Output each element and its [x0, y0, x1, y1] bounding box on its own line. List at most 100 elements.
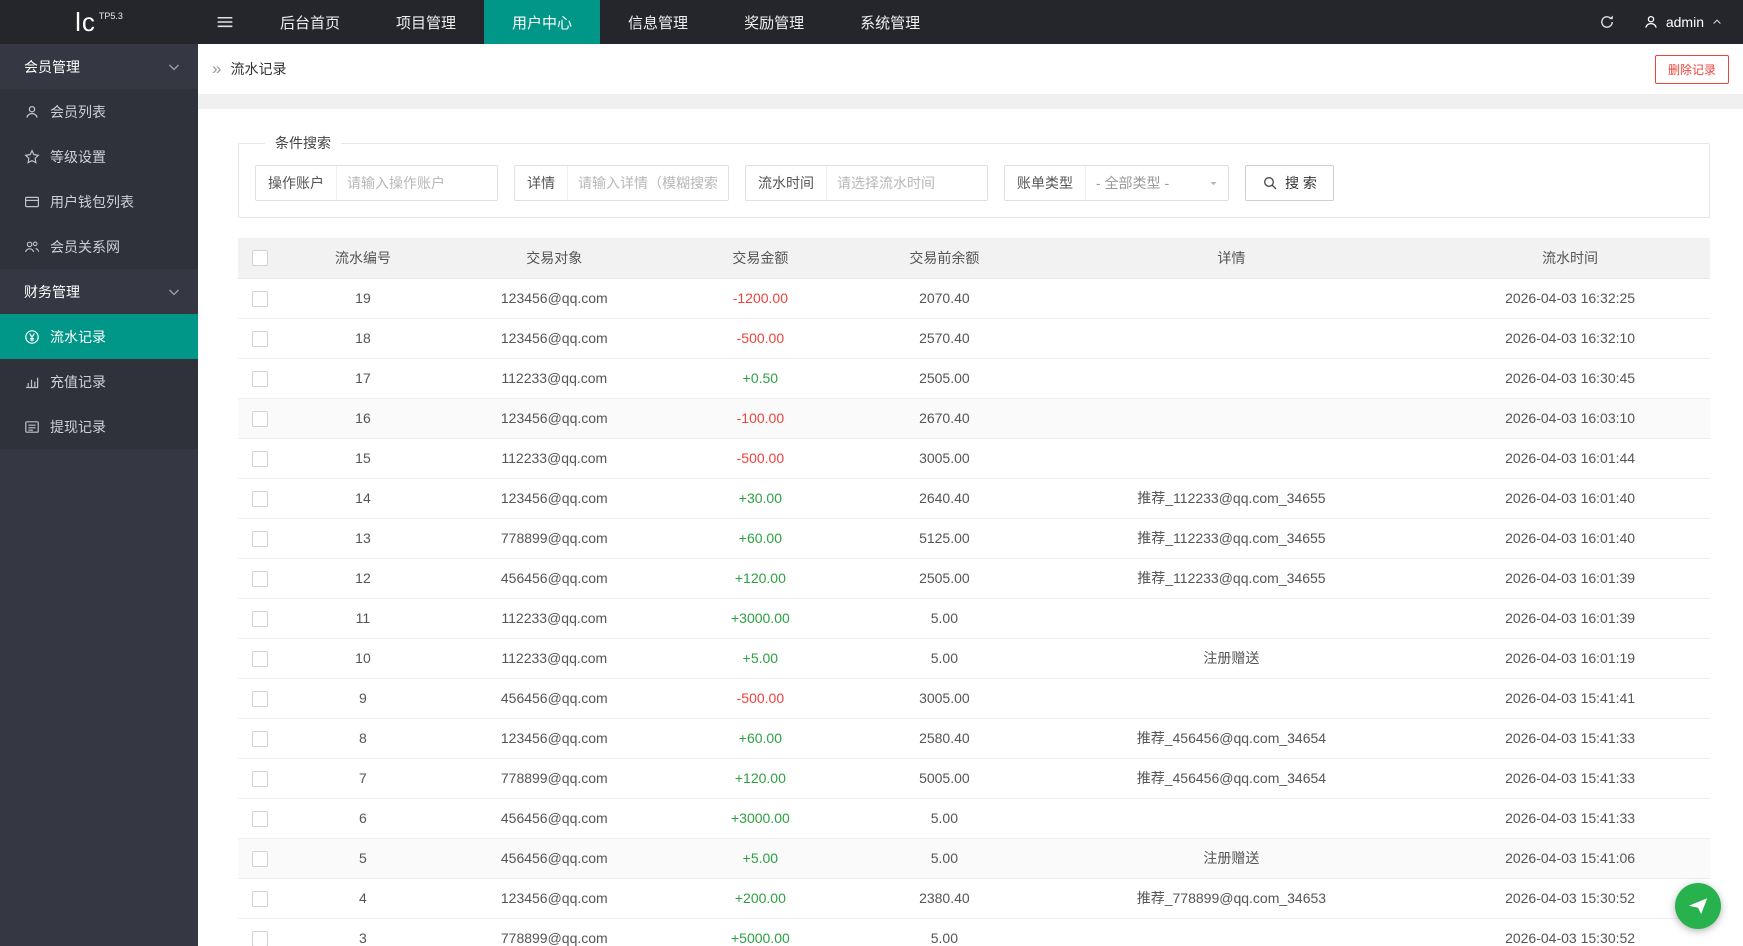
row-checkbox[interactable]	[252, 370, 268, 387]
sidebar-item-等级设置[interactable]: 等级设置	[0, 134, 198, 179]
search-field-label: 详情	[515, 166, 568, 200]
cell-trade-amount: +120.00	[664, 558, 857, 599]
cell-trade-target: 778899@qq.com	[443, 518, 665, 559]
cell-trade-target: 112233@qq.com	[443, 358, 665, 399]
row-checkbox[interactable]	[252, 570, 268, 587]
top-nav-item-1[interactable]: 后台首页	[252, 0, 368, 44]
row-checkbox[interactable]	[252, 530, 268, 547]
sidebar-item-用户钱包列表[interactable]: 用户钱包列表	[0, 179, 198, 224]
row-checkbox[interactable]	[252, 650, 268, 667]
sidebar-menu: 会员管理会员列表等级设置 用户钱包列表 会员关系网 财务管理流水记录充值记录提现记录	[0, 44, 198, 946]
row-checkbox[interactable]	[252, 810, 268, 827]
menu-toggle-button[interactable]	[198, 0, 252, 44]
cell-balance-before: 5.00	[856, 918, 1033, 946]
cell-balance-before: 5.00	[856, 598, 1033, 639]
search-input-3[interactable]	[827, 166, 987, 200]
bill-type-select[interactable]: - 全部类型 -	[1086, 166, 1228, 200]
table-row: 15 112233@qq.com -500.00 3005.00 2026-04-03 …	[238, 438, 1710, 479]
row-checkbox[interactable]	[252, 450, 268, 467]
cell-time: 2026-04-03 16:01:40	[1430, 478, 1710, 519]
top-nav-item-5[interactable]: 奖励管理	[716, 0, 832, 44]
cell-balance-before: 5.00	[856, 638, 1033, 679]
row-checkbox[interactable]	[252, 490, 268, 507]
row-checkbox[interactable]	[252, 290, 268, 307]
row-checkbox[interactable]	[252, 930, 268, 946]
sidebar-item-充值记录[interactable]: 充值记录	[0, 359, 198, 404]
cell-trade-target: 456456@qq.com	[443, 678, 665, 719]
search-input-2[interactable]	[568, 166, 728, 200]
sidebar-item-提现记录[interactable]: 提现记录	[0, 404, 198, 449]
table-header-row: 流水编号 交易对象 交易金额 交易前余额 详情 流水时间	[238, 238, 1710, 279]
caret-down-icon	[1207, 177, 1220, 190]
cell-detail	[1032, 798, 1431, 839]
row-checkbox[interactable]	[252, 330, 268, 347]
search-input-1[interactable]	[337, 166, 497, 200]
row-checkbox-cell	[238, 838, 282, 879]
top-nav-item-2[interactable]: 项目管理	[368, 0, 484, 44]
sidebar-item-label: 会员列表	[50, 103, 106, 120]
search-panel: 条件搜索 操作账户 详情 流水时间 账单类型 - 全部类型 - 搜 索	[238, 133, 1710, 218]
table-row: 11 112233@qq.com +3000.00 5.00 2026-04-03 16…	[238, 598, 1710, 639]
sidebar-group-header-2[interactable]: 财务管理	[0, 269, 198, 314]
cell-balance-before: 5.00	[856, 838, 1033, 879]
row-checkbox[interactable]	[252, 770, 268, 787]
refresh-icon	[1599, 14, 1615, 30]
cell-time: 2026-04-03 15:41:41	[1430, 678, 1710, 719]
row-checkbox[interactable]	[252, 730, 268, 747]
sidebar-item-会员关系网[interactable]: 会员关系网	[0, 224, 198, 269]
cell-record-id: 18	[282, 318, 444, 359]
cell-balance-before: 5125.00	[856, 518, 1033, 559]
search-field-4: 账单类型 - 全部类型 -	[1004, 165, 1229, 201]
cell-trade-amount: +3000.00	[664, 798, 857, 839]
row-checkbox[interactable]	[252, 610, 268, 627]
table-row: 8 123456@qq.com +60.00 2580.40 推荐_456456@qq.…	[238, 718, 1710, 759]
cell-trade-target: 456456@qq.com	[443, 798, 665, 839]
table-row: 12 456456@qq.com +120.00 2505.00 推荐_112233@q…	[238, 558, 1710, 599]
chat-widget-button[interactable]	[1675, 883, 1721, 929]
topbar-right: admin	[1581, 0, 1743, 44]
table-row: 9 456456@qq.com -500.00 3005.00 2026-04-03 1…	[238, 678, 1710, 719]
refresh-button[interactable]	[1581, 0, 1633, 44]
cell-balance-before: 5005.00	[856, 758, 1033, 799]
cell-record-id: 17	[282, 358, 444, 399]
column-header-5: 详情	[1032, 238, 1431, 279]
delete-records-button[interactable]: 删除记录	[1654, 54, 1729, 84]
cell-record-id: 14	[282, 478, 444, 519]
sidebar-item-流水记录[interactable]: 流水记录	[0, 314, 198, 359]
table-row: 16 123456@qq.com -100.00 2670.40 2026-04-03 …	[238, 398, 1710, 439]
records-table: 流水编号 交易对象 交易金额 交易前余额 详情 流水时间 19 123456@qq.com -…	[238, 238, 1710, 946]
cell-trade-target: 112233@qq.com	[443, 438, 665, 479]
row-checkbox[interactable]	[252, 890, 268, 907]
sidebar-item-label: 流水记录	[50, 328, 106, 345]
cell-record-id: 3	[282, 918, 444, 946]
top-nav-item-6[interactable]: 系统管理	[832, 0, 948, 44]
cell-time: 2026-04-03 16:30:45	[1430, 358, 1710, 399]
user-menu[interactable]: admin	[1633, 0, 1743, 44]
row-checkbox[interactable]	[252, 850, 268, 867]
cell-time: 2026-04-03 16:01:39	[1430, 598, 1710, 639]
wallet-icon	[24, 194, 40, 210]
search-field-1: 操作账户	[255, 165, 498, 201]
cell-detail	[1032, 358, 1431, 399]
top-nav-item-3[interactable]: 用户中心	[484, 0, 601, 44]
list-icon	[24, 419, 40, 435]
cell-detail: 推荐_112233@qq.com_34655	[1032, 518, 1431, 559]
sidebar-item-label: 提现记录	[50, 418, 106, 435]
cell-trade-target: 112233@qq.com	[443, 598, 665, 639]
select-all-checkbox[interactable]	[252, 250, 268, 267]
sidebar-group-header-1[interactable]: 会员管理	[0, 44, 198, 89]
sidebar-item-会员列表[interactable]: 会员列表	[0, 89, 198, 134]
chevron-down-icon	[166, 59, 182, 75]
breadcrumb-bar: » 流水记录 删除记录	[198, 44, 1743, 94]
search-icon	[1262, 175, 1278, 191]
row-checkbox[interactable]	[252, 690, 268, 707]
search-button[interactable]: 搜 索	[1245, 165, 1334, 201]
table-row: 14 123456@qq.com +30.00 2640.40 推荐_112233@qq…	[238, 478, 1710, 519]
row-checkbox[interactable]	[252, 410, 268, 427]
top-nav-item-4[interactable]: 信息管理	[600, 0, 716, 44]
top-nav: 后台首页 项目管理 用户中心 信息管理 奖励管理 系统管理	[252, 0, 948, 44]
table-row: 6 456456@qq.com +3000.00 5.00 2026-04-03 15:…	[238, 798, 1710, 839]
cell-record-id: 19	[282, 278, 444, 319]
select-value: - 全部类型 -	[1096, 175, 1170, 191]
cell-time: 2026-04-03 16:01:44	[1430, 438, 1710, 479]
